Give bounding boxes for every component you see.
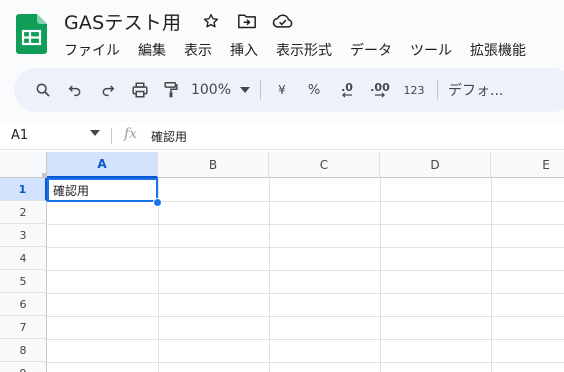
cell-a1[interactable]: 確認用 (47, 178, 158, 202)
redo-button[interactable] (92, 76, 124, 104)
print-icon (132, 82, 148, 98)
grid-row-line (47, 362, 564, 363)
grid-row-line (47, 247, 564, 248)
menu-view[interactable]: 表示 (184, 40, 212, 60)
row-header-2[interactable]: 2 (0, 201, 47, 224)
menu-data[interactable]: データ (350, 40, 392, 60)
name-box[interactable]: A1 (11, 128, 28, 143)
grid-row-line (47, 270, 564, 271)
currency-format-button[interactable]: ¥ (267, 76, 297, 104)
font-family-dropdown[interactable]: デフォ... (444, 76, 508, 104)
document-title[interactable]: GASテスト用 (64, 8, 181, 35)
select-all-corner[interactable] (0, 152, 47, 178)
caret-down-icon (240, 87, 250, 93)
column-header-b[interactable]: B (158, 152, 269, 178)
paint-format-icon (164, 82, 178, 98)
percent-format-button[interactable]: % (297, 76, 331, 104)
arrow-right-icon (375, 92, 385, 97)
cloud-saved-icon[interactable] (272, 10, 294, 32)
undo-icon (68, 85, 81, 97)
formula-input[interactable]: 確認用 (151, 128, 187, 145)
formula-bar: A1 fx 確認用 (0, 122, 564, 150)
menu-file[interactable]: ファイル (64, 40, 120, 60)
grid-column-line (158, 178, 159, 372)
undo-button[interactable] (58, 76, 92, 104)
grid-column-line (269, 178, 270, 372)
fill-handle[interactable] (153, 198, 162, 207)
row-header-5[interactable]: 5 (0, 270, 47, 293)
grid-row-line (47, 224, 564, 225)
print-button[interactable] (124, 76, 156, 104)
row-header-6[interactable]: 6 (0, 293, 47, 316)
caret-down-icon[interactable] (90, 130, 100, 136)
sheets-logo-icon[interactable] (16, 14, 47, 54)
toolbar: 100% ¥ % .0 .00 123 デフォ... (14, 68, 564, 112)
spreadsheet-grid: A B C D E 1 2 3 4 5 6 7 8 9 確認用 (0, 152, 564, 372)
column-header-e[interactable]: E (491, 152, 564, 178)
column-header-a[interactable]: A (47, 152, 158, 178)
formula-bar-divider (111, 128, 112, 144)
fx-icon: fx (124, 126, 138, 142)
row-header-3[interactable]: 3 (0, 224, 47, 247)
app-header: GASテスト用 ファイル 編集 表示 挿入 表示形式 データ ツール 拡張機能 (0, 0, 564, 66)
zoom-value[interactable]: 100% (186, 76, 236, 104)
arrow-left-icon (342, 92, 352, 97)
move-to-folder-icon[interactable] (236, 10, 258, 32)
toolbar-divider (437, 80, 438, 100)
decrease-decimal-button[interactable]: .0 (331, 76, 363, 104)
toolbar-divider (260, 80, 261, 100)
decrease-decimal-label: .0 (341, 80, 353, 94)
menu-insert[interactable]: 挿入 (230, 40, 258, 60)
more-formats-button[interactable]: 123 (397, 76, 431, 104)
grid-column-line (491, 178, 492, 372)
increase-decimal-label: .00 (370, 80, 390, 94)
menu-edit[interactable]: 編集 (138, 40, 166, 60)
row-header-4[interactable]: 4 (0, 247, 47, 270)
row-header-9[interactable]: 9 (0, 362, 47, 372)
menu-tools[interactable]: ツール (410, 40, 452, 60)
star-icon[interactable] (200, 10, 222, 32)
menu-extensions[interactable]: 拡張機能 (470, 40, 526, 60)
grid-row-line (47, 293, 564, 294)
title-actions (200, 10, 294, 32)
grid-row-line (47, 316, 564, 317)
redo-icon (102, 85, 115, 97)
row-header-7[interactable]: 7 (0, 316, 47, 339)
grid-row-line (47, 339, 564, 340)
row-header-8[interactable]: 8 (0, 339, 47, 362)
search-icon (36, 83, 50, 97)
search-menus-button[interactable] (28, 76, 58, 104)
paint-format-button[interactable] (156, 76, 186, 104)
menu-bar: ファイル 編集 表示 挿入 表示形式 データ ツール 拡張機能 (64, 40, 544, 60)
column-header-c[interactable]: C (269, 152, 380, 178)
zoom-dropdown-button[interactable] (236, 76, 254, 104)
column-header-d[interactable]: D (380, 152, 491, 178)
grid-column-line (380, 178, 381, 372)
row-header-1[interactable]: 1 (0, 178, 47, 201)
increase-decimal-button[interactable]: .00 (363, 76, 397, 104)
menu-format[interactable]: 表示形式 (276, 40, 332, 60)
